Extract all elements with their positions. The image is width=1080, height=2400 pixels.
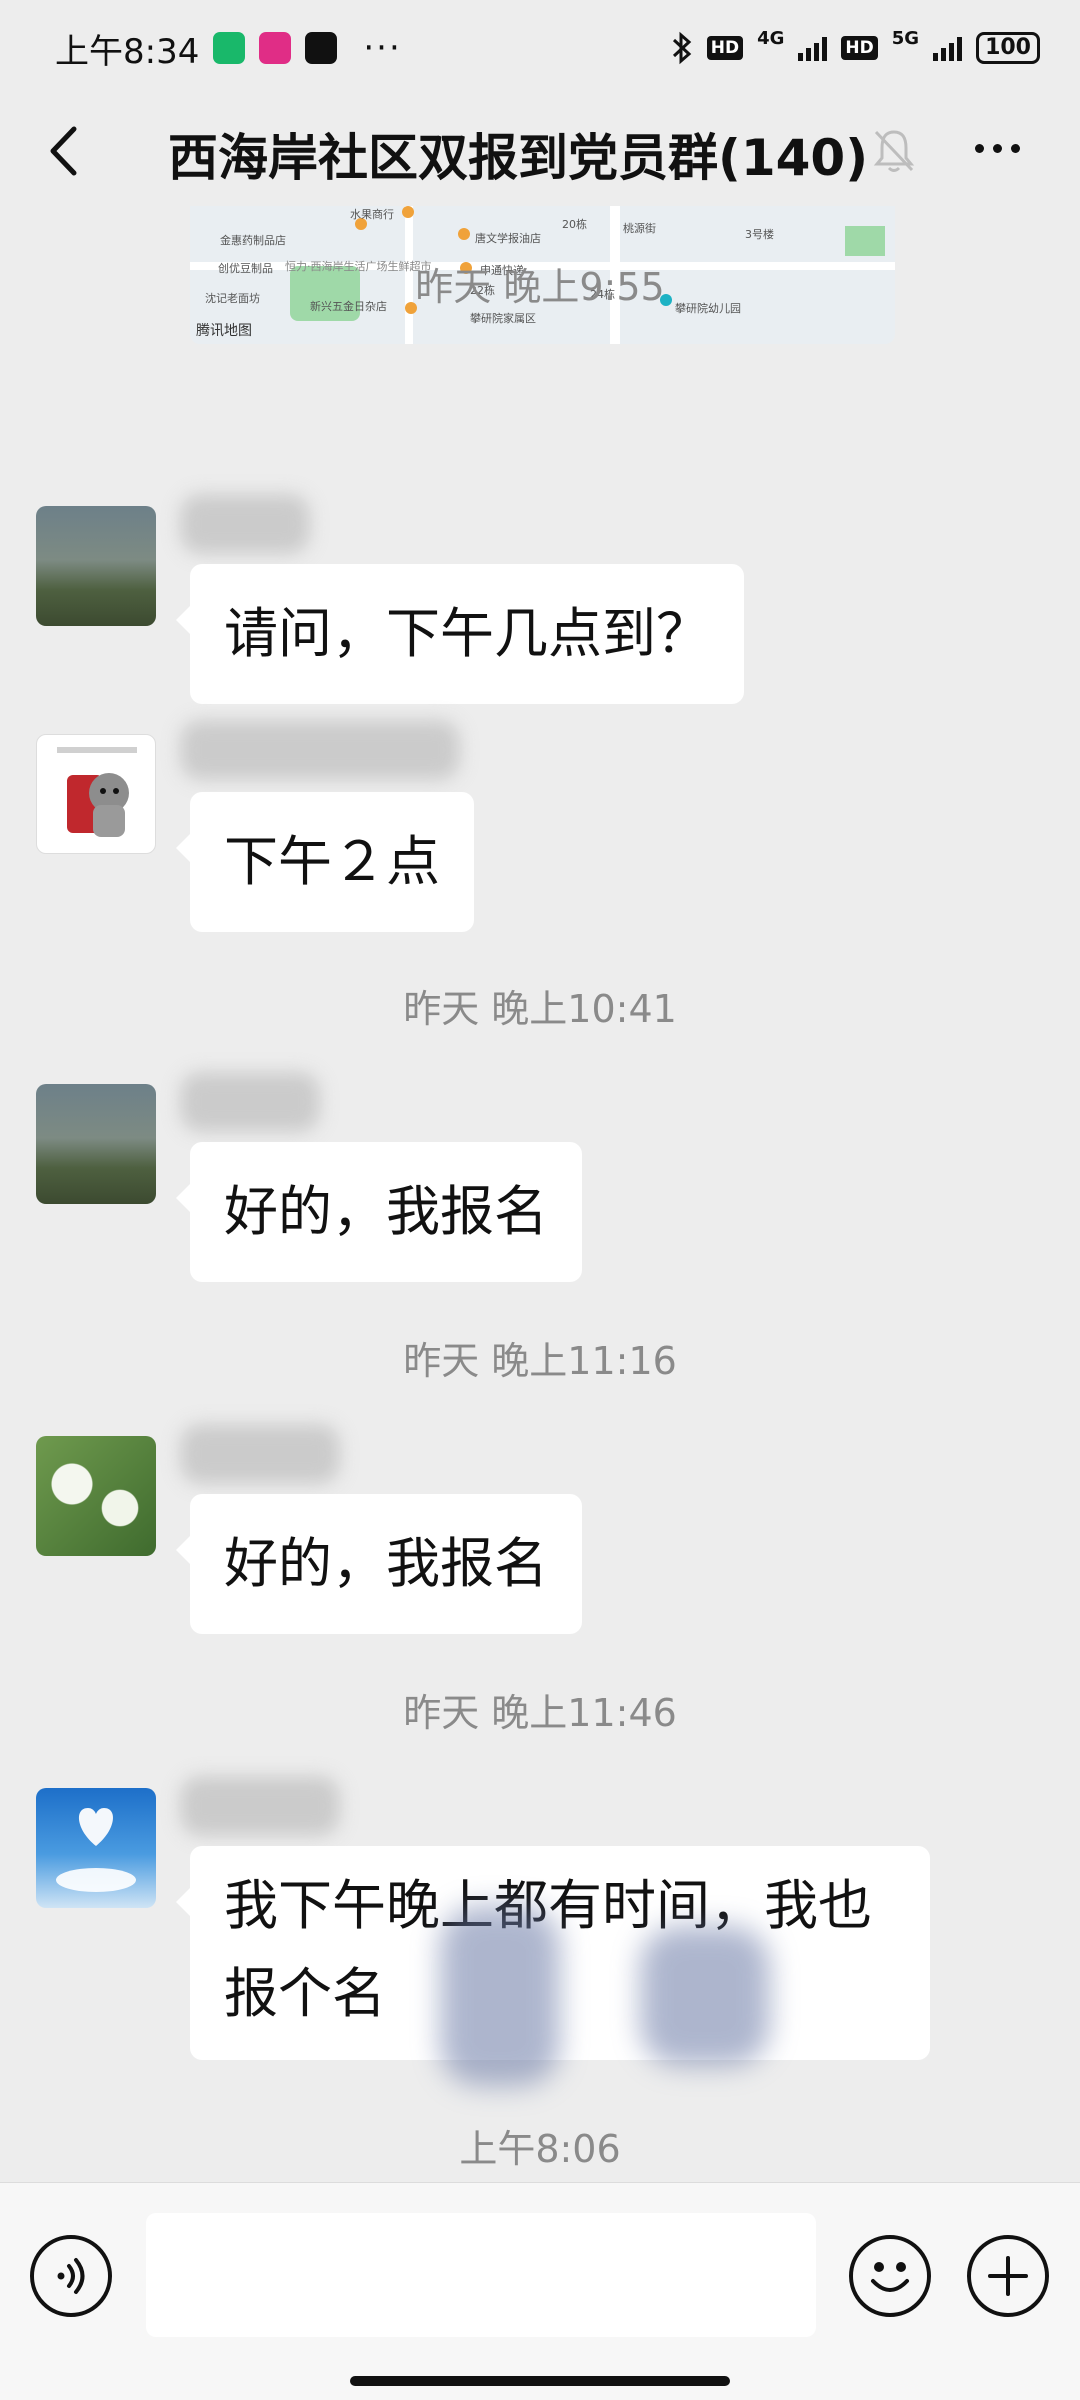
signal-icon <box>933 35 963 61</box>
message-bubble[interactable]: 好的，我报名 <box>176 1142 582 1282</box>
voice-input-button[interactable] <box>30 2235 112 2317</box>
app-notification-icon <box>259 32 292 64</box>
map-label: 金惠药制品店 <box>220 234 286 247</box>
sender-name <box>180 1424 340 1484</box>
network-type: 5G <box>891 27 920 49</box>
app-notification-icon <box>213 32 246 64</box>
chat-title: 西海岸社区双报到党员群(140) <box>168 129 869 187</box>
more-icon <box>1010 143 1020 153</box>
map-label: 桃源街 <box>623 222 656 235</box>
hd-badge: HD <box>841 36 878 60</box>
battery-indicator: 100 <box>976 32 1040 64</box>
signal-icon <box>798 35 828 61</box>
sender-name <box>180 720 460 780</box>
input-bar <box>0 2182 1080 2400</box>
message-timestamp: 上午8:06 <box>459 2127 621 2171</box>
avatar[interactable] <box>36 734 156 854</box>
message-timestamp: 昨天 晚上10:41 <box>403 987 677 1031</box>
more-icon <box>992 143 1002 153</box>
redaction-smudge <box>440 1906 560 2086</box>
emoji-button[interactable] <box>849 2235 931 2317</box>
map-label: 攀研院家属区 <box>470 312 536 325</box>
message-bubble[interactable]: 下午２点 <box>176 792 474 932</box>
map-label: 水果商行 <box>350 208 394 221</box>
tiktok-icon <box>305 32 338 64</box>
map-park <box>845 226 885 256</box>
plus-icon <box>988 2256 1028 2296</box>
chat-header: 西海岸社区双报到党员群(140) <box>0 96 1080 206</box>
more-icon <box>974 143 984 153</box>
message-bubble[interactable]: 请问，下午几点到？ <box>176 564 744 704</box>
more-actions-button[interactable] <box>967 2235 1049 2317</box>
chevron-left-icon <box>50 126 77 176</box>
map-poi-icon <box>402 206 414 218</box>
message-timestamp: 昨天 晚上11:16 <box>403 1339 677 1383</box>
more-notifications-icon: ··· <box>363 28 402 68</box>
heart-cloud-icon <box>56 1808 136 1892</box>
hd-badge: HD <box>706 36 744 60</box>
message-timestamp: 昨天 晚上11:46 <box>403 1691 677 1735</box>
back-button[interactable] <box>38 126 88 176</box>
map-label: 20栋 <box>562 218 587 231</box>
map-label: 唐文学报油店 <box>475 232 541 245</box>
home-indicator[interactable] <box>350 2376 730 2386</box>
map-label: 3号楼 <box>745 228 774 241</box>
map-logo: 腾讯地图 <box>196 323 252 339</box>
chat-messages[interactable]: 水果商行 金惠药制品店 唐文学报油店 创优豆制品 恒力·西海岸生活广场生鲜超市 … <box>0 206 1080 2182</box>
sender-name <box>180 494 310 554</box>
avatar[interactable] <box>36 506 156 626</box>
map-poi-icon <box>458 228 470 240</box>
avatar[interactable] <box>36 1788 156 1908</box>
bluetooth-icon <box>672 31 691 65</box>
message-bubble[interactable]: 我下午晚上都有时间，我也报个名 <box>176 1846 930 2060</box>
message-timestamp: 昨天 晚上9:55 <box>415 265 665 309</box>
redaction-smudge <box>640 1926 770 2066</box>
voice-icon <box>57 2258 85 2294</box>
status-time: 上午8:34 <box>55 31 200 72</box>
avatar[interactable] <box>36 1084 156 1204</box>
network-type: 4G <box>757 27 785 49</box>
avatar[interactable] <box>36 1436 156 1556</box>
message-input[interactable] <box>146 2213 816 2337</box>
sender-name <box>180 1776 340 1836</box>
status-bar: 上午8:34 ··· HD 4G HD 5G 100 <box>0 0 1080 96</box>
more-options-button[interactable] <box>966 122 1028 174</box>
sender-name <box>180 1072 320 1132</box>
smiley-icon <box>871 2262 909 2292</box>
mute-bell-icon <box>873 130 915 172</box>
cat-avatar-icon <box>57 747 137 837</box>
message-bubble[interactable]: 好的，我报名 <box>176 1494 582 1634</box>
